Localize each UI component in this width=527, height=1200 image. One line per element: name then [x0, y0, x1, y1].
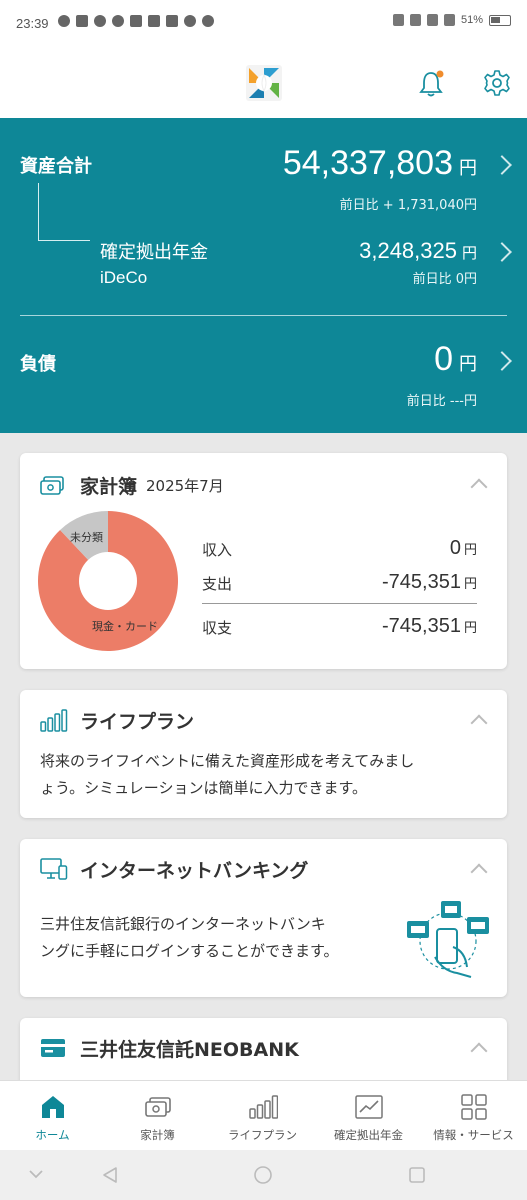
total-assets-chevron-icon[interactable]	[492, 155, 512, 175]
divider	[20, 315, 507, 316]
debt-label: 負債	[20, 354, 56, 375]
bar-chart-icon	[40, 709, 68, 732]
chevron-down-icon[interactable]	[28, 1168, 44, 1180]
bottom-navigation: ホーム 家計簿 ライフプラン 確定拠出年金 情報・サービス	[0, 1080, 527, 1150]
pension-amount[interactable]: 3,248,325 円	[359, 238, 477, 264]
kakeibo-collapse-chevron-icon[interactable]	[470, 478, 488, 496]
kakeibo-card[interactable]: 家計簿 2025年7月 未分類 現金・カード 収入 0円 支出 -745,351…	[20, 453, 507, 669]
pension-sub-label: iDeCo	[100, 268, 148, 287]
nav-home[interactable]: ホーム	[0, 1081, 105, 1151]
internet-banking-title: インターネットバンキング	[80, 860, 309, 882]
neobank-collapse-chevron-icon[interactable]	[470, 1042, 488, 1060]
back-icon[interactable]	[100, 1165, 120, 1185]
wallet-icon	[40, 476, 64, 495]
pension-chevron-icon[interactable]	[492, 242, 512, 262]
nav-info-services[interactable]: 情報・サービス	[421, 1081, 526, 1151]
assets-summary-panel: 資産合計 54,337,803 円 前日比 + 1,731,040円 確定拠出年金…	[0, 118, 527, 433]
kakeibo-sum-divider	[202, 603, 477, 604]
notification-icons	[58, 15, 214, 27]
recent-apps-icon[interactable]	[407, 1165, 427, 1185]
bar-chart-icon	[249, 1095, 278, 1119]
lifeplan-title: ライフプラン	[80, 711, 195, 733]
pension-label: 確定拠出年金	[100, 242, 208, 263]
app-header	[0, 46, 527, 118]
total-assets-value: 54,337,803	[282, 144, 453, 182]
kakeibo-period: 2025年7月	[146, 477, 224, 495]
status-time: 23:39	[16, 16, 49, 31]
bell-icon[interactable]	[416, 68, 446, 98]
kakeibo-title: 家計簿	[80, 476, 138, 498]
internet-banking-card[interactable]: インターネットバンキング 三井住友信託銀行のインターネットバンキ ングに手軽にロ…	[20, 839, 507, 997]
computer-icon	[40, 858, 68, 880]
tree-connector	[38, 183, 90, 241]
grid-icon	[461, 1094, 487, 1120]
system-navigation-bar	[0, 1150, 527, 1200]
home-button-icon[interactable]	[253, 1165, 273, 1185]
total-assets-label: 資産合計	[20, 156, 92, 177]
nav-lifeplan[interactable]: ライフプラン	[210, 1081, 315, 1151]
donut-label-cash-card: 現金・カード	[92, 620, 158, 633]
card-icon	[41, 1039, 65, 1057]
battery-icon	[489, 14, 511, 26]
internet-banking-description: 三井住友信託銀行のインターネットバンキ ングに手軽にログインすることができます。	[40, 915, 339, 960]
debt-change: 前日比 ---円	[406, 394, 477, 409]
lifeplan-description: 将来のライフイベントに備えた資産形成を考えてみまし ょう。シミュレーションは簡単…	[40, 752, 415, 797]
battery-percent: 51%	[460, 14, 483, 26]
nav-pension[interactable]: 確定拠出年金	[316, 1081, 421, 1151]
lifeplan-card[interactable]: ライフプラン 将来のライフイベントに備えた資産形成を考えてみまし ょう。シミュレ…	[20, 690, 507, 818]
internet-banking-collapse-chevron-icon[interactable]	[470, 863, 488, 881]
debt-chevron-icon[interactable]	[492, 351, 512, 371]
gear-icon[interactable]	[482, 68, 512, 98]
total-assets-change: 前日比 + 1,731,040円	[339, 198, 477, 213]
donut-label-unclassified: 未分類	[70, 531, 103, 544]
total-assets-amount[interactable]: 54,337,803 円	[283, 144, 477, 183]
lifeplan-collapse-chevron-icon[interactable]	[470, 714, 488, 732]
neobank-title: 三井住友信託NEOBANK	[80, 1039, 299, 1061]
wallet-icon	[145, 1097, 171, 1117]
app-logo-icon	[246, 65, 282, 101]
line-chart-icon	[355, 1095, 383, 1119]
status-bar: 23:39 51%	[0, 0, 527, 46]
nav-kakeibo[interactable]: 家計簿	[105, 1081, 210, 1151]
system-indicators: 51%	[392, 14, 511, 26]
debt-amount[interactable]: 0円	[434, 340, 477, 379]
banking-illustration-icon	[407, 901, 489, 978]
pension-change: 前日比 0円	[412, 272, 477, 287]
home-icon	[42, 1096, 64, 1118]
